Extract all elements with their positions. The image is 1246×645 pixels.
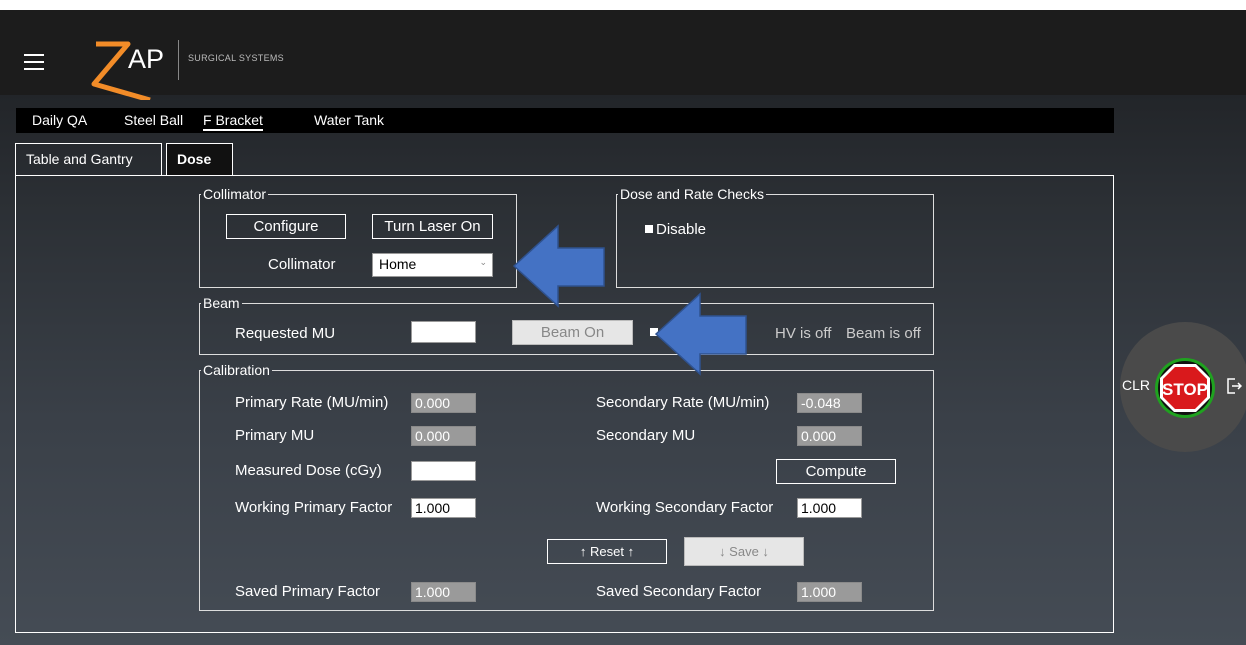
reset-button[interactable]: ↑ Reset ↑ [547, 539, 667, 564]
working-secondary-label: Working Secondary Factor [596, 499, 774, 516]
compute-button[interactable]: Compute [776, 459, 896, 484]
working-primary-label: Working Primary Factor [235, 499, 393, 516]
primary-mu-label: Primary MU [235, 427, 315, 444]
collimator-select-value: Home [379, 256, 417, 272]
zap-logo: AP [91, 41, 164, 100]
collimator-label: Collimator [268, 256, 336, 273]
logout-icon[interactable] [1226, 377, 1242, 395]
tab-daily-qa[interactable]: Daily QA [32, 112, 87, 128]
blue-annotation-arrow [654, 292, 747, 376]
app-header [0, 10, 1246, 95]
primary-mu-field: 0.000 [411, 426, 476, 446]
measured-dose-input[interactable] [411, 461, 476, 481]
collimator-select[interactable]: Home ⌄ [372, 253, 493, 277]
hamburger-menu-icon[interactable] [24, 54, 44, 70]
requested-mu-input[interactable] [411, 321, 476, 343]
saved-primary-label: Saved Primary Factor [235, 583, 381, 600]
blue-annotation-arrow [512, 224, 605, 308]
dose-rate-checks-legend: Dose and Rate Checks [620, 186, 764, 202]
saved-primary-field: 1.000 [411, 582, 476, 602]
secondary-rate-field: -0.048 [797, 393, 862, 413]
save-button[interactable]: ↓ Save ↓ [684, 537, 804, 566]
clr-button[interactable]: CLR [1122, 377, 1150, 393]
secondary-mu-label: Secondary MU [596, 427, 696, 444]
measured-dose-label: Measured Dose (cGy) [235, 462, 382, 479]
tab-water-tank[interactable]: Water Tank [314, 112, 384, 128]
collimator-legend: Collimator [203, 186, 267, 202]
hv-status: HV is off [775, 325, 832, 342]
stop-button[interactable]: STOP [1154, 357, 1216, 419]
turn-laser-on-button[interactable]: Turn Laser On [372, 214, 493, 239]
subtab-table-and-gantry[interactable]: Table and Gantry [15, 143, 162, 176]
primary-rate-label: Primary Rate (MU/min) [235, 394, 389, 411]
beam-status: Beam is off [846, 325, 921, 342]
saved-secondary-label: Saved Secondary Factor [596, 583, 762, 600]
secondary-rate-label: Secondary Rate (MU/min) [596, 394, 770, 411]
top-strip [0, 0, 1246, 10]
working-primary-input[interactable]: 1.000 [411, 498, 476, 518]
requested-mu-label: Requested MU [235, 325, 336, 342]
chevron-down-icon: ⌄ [479, 257, 487, 267]
working-secondary-input[interactable]: 1.000 [797, 498, 862, 518]
subtab-dose[interactable]: Dose [166, 143, 233, 176]
secondary-mu-field: 0.000 [797, 426, 862, 446]
logo-separator [178, 40, 179, 80]
main-tab-bar: Daily QA Steel Ball F Bracket Water Tank [16, 108, 1114, 133]
disable-checkbox[interactable] [645, 225, 653, 233]
logo-subtitle: SURGICAL SYSTEMS [188, 53, 284, 63]
calibration-legend: Calibration [203, 362, 270, 378]
disable-label: Disable [656, 221, 707, 238]
stop-label: STOP [1162, 380, 1208, 399]
tab-f-bracket[interactable]: F Bracket [203, 112, 263, 131]
tab-steel-ball[interactable]: Steel Ball [124, 112, 183, 128]
logo-text: AP [128, 44, 164, 74]
beam-legend: Beam [203, 295, 240, 311]
configure-button[interactable]: Configure [226, 214, 346, 239]
beam-on-button[interactable]: Beam On [512, 320, 633, 345]
primary-rate-field: 0.000 [411, 393, 476, 413]
saved-secondary-field: 1.000 [797, 582, 862, 602]
